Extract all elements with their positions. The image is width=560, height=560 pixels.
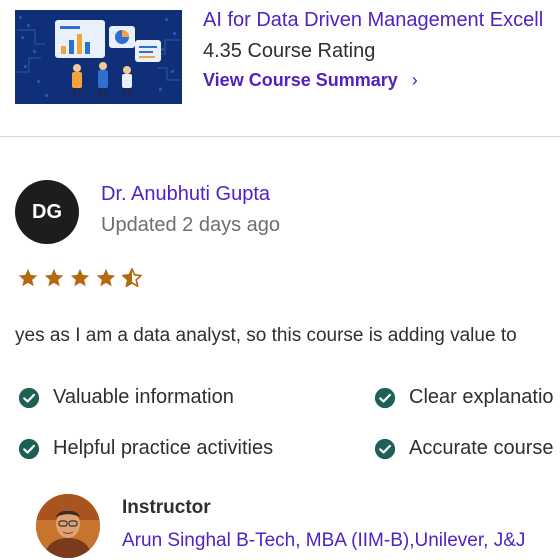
review-tag: Accurate course	[374, 437, 554, 460]
review-text: yes as I am a data analyst, so this cour…	[15, 325, 517, 346]
star-full-icon	[70, 268, 90, 287]
review-tag: Valuable information	[18, 386, 234, 409]
check-circle-icon	[18, 438, 40, 459]
star-full-icon	[96, 268, 116, 287]
review-tag-label: Valuable information	[53, 386, 234, 408]
review-tag: Helpful practice activities	[18, 437, 273, 460]
review-tag-label: Helpful practice activities	[53, 437, 274, 459]
section-divider	[0, 136, 560, 137]
star-rating	[17, 267, 143, 289]
view-course-summary-label: View Course Summary	[203, 70, 398, 90]
instructor-name-link[interactable]: Arun Singhal B-Tech, MBA (IIM-B),Unileve…	[122, 530, 525, 552]
avatar-initials: DG	[32, 200, 62, 223]
course-thumbnail-illustration	[15, 10, 182, 104]
check-circle-icon	[374, 438, 396, 459]
star-full-icon	[44, 268, 64, 287]
star-half-icon	[122, 268, 142, 288]
course-thumbnail[interactable]	[15, 10, 182, 104]
check-circle-icon	[374, 387, 396, 408]
instructor-photo	[36, 494, 100, 558]
review-tag: Clear explanatio	[374, 386, 554, 409]
view-course-summary-link[interactable]: View Course Summary ›	[203, 70, 418, 91]
course-rating: 4.35 Course Rating	[203, 40, 376, 62]
review-tag-label: Accurate course	[409, 437, 554, 459]
reviewer-avatar: DG	[15, 180, 79, 244]
review-updated-time: Updated 2 days ago	[101, 214, 281, 236]
course-title[interactable]: AI for Data Driven Management Excell	[203, 9, 543, 32]
instructor-avatar[interactable]	[36, 494, 100, 558]
reviewer-name[interactable]: Dr. Anubhuti Gupta	[101, 183, 270, 206]
chevron-right-icon: ›	[411, 70, 418, 90]
check-circle-icon	[18, 387, 40, 408]
review-tag-label: Clear explanatio	[409, 386, 554, 408]
instructor-heading: Instructor	[122, 497, 211, 518]
star-full-icon	[18, 268, 38, 287]
